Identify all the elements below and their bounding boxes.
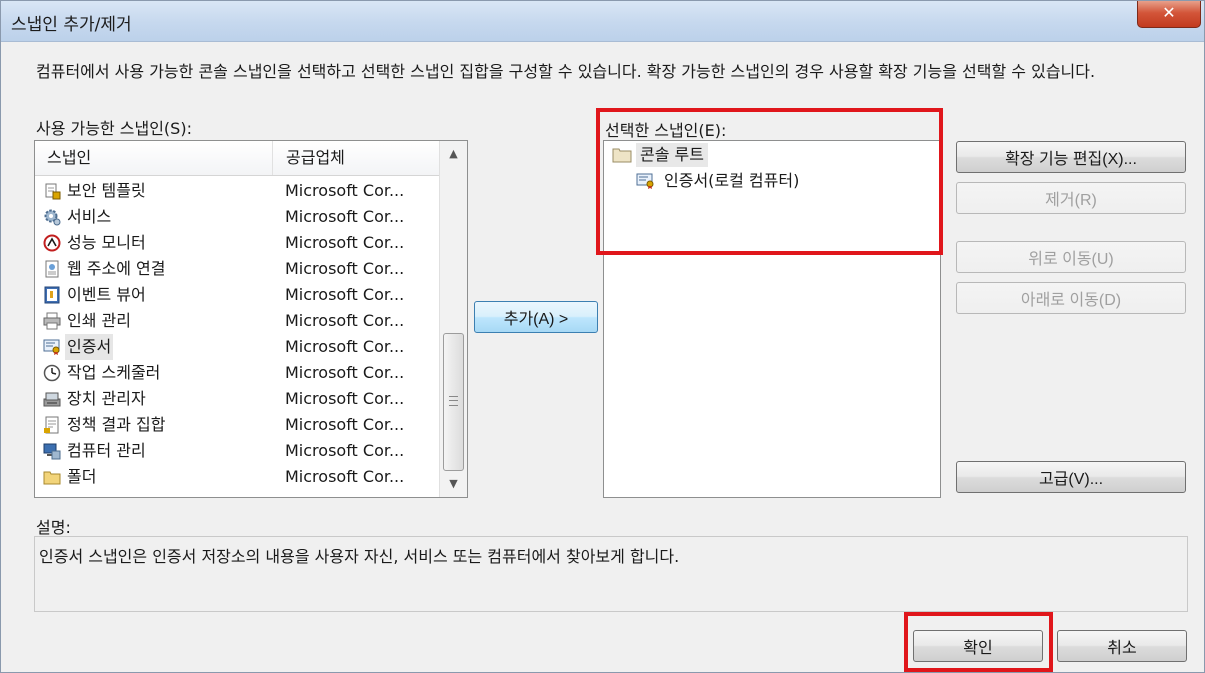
folder-icon (612, 146, 632, 164)
security-template-icon (43, 182, 61, 200)
remove-button[interactable]: 제거(R) (956, 182, 1186, 214)
services-gear-icon (43, 208, 61, 226)
title-bar: 스냅인 추가/제거 ✕ (1, 1, 1204, 42)
description-label: 설명: (36, 518, 71, 537)
grip-icon (449, 396, 458, 406)
description-box: 인증서 스냅인은 인증서 저장소의 내용을 사용자 자신, 서비스 또는 컴퓨터… (34, 536, 1188, 612)
list-item[interactable]: 성능 모니터 Microsoft Cor... (35, 230, 439, 256)
certificate-icon (636, 172, 656, 190)
close-button[interactable]: ✕ (1137, 1, 1201, 28)
selected-snapins-label: 선택한 스냅인(E): (605, 121, 727, 140)
edit-extensions-button[interactable]: 확장 기능 편집(X)... (956, 141, 1186, 173)
ok-button[interactable]: 확인 (913, 630, 1043, 662)
list-item[interactable]: 장치 관리자 Microsoft Cor... (35, 386, 439, 412)
available-snapins-label: 사용 가능한 스냅인(S): (36, 119, 192, 138)
certificate-icon (43, 338, 61, 356)
move-down-button[interactable]: 아래로 이동(D) (956, 282, 1186, 314)
device-manager-icon (43, 390, 61, 408)
web-link-icon (43, 260, 61, 278)
list-item[interactable]: 작업 스케줄러 Microsoft Cor... (35, 360, 439, 386)
list-scrollbar[interactable]: ▲ ▼ (439, 141, 467, 497)
list-item[interactable]: 인쇄 관리 Microsoft Cor... (35, 308, 439, 334)
event-viewer-icon (43, 286, 61, 304)
window-title: 스냅인 추가/제거 (11, 15, 132, 35)
scroll-up-arrow-icon[interactable]: ▲ (440, 141, 467, 167)
list-item[interactable]: 서비스 Microsoft Cor... (35, 204, 439, 230)
snapin-dialog: 스냅인 추가/제거 ✕ 컴퓨터에서 사용 가능한 콘솔 스냅인을 선택하고 선택… (0, 0, 1205, 673)
clock-icon (43, 364, 61, 382)
close-icon: ✕ (1162, 3, 1176, 22)
list-item[interactable]: 인증서 Microsoft Cor... (35, 334, 439, 360)
move-up-button[interactable]: 위로 이동(U) (956, 241, 1186, 273)
printer-icon (43, 312, 61, 330)
list-header: 스냅인 공급업체 (35, 141, 439, 176)
dialog-description: 컴퓨터에서 사용 가능한 콘솔 스냅인을 선택하고 선택한 스냅인 집합을 구성… (36, 62, 1096, 81)
column-header-snapin[interactable]: 스냅인 (35, 141, 273, 175)
list-item[interactable]: 컴퓨터 관리 Microsoft Cor... (35, 438, 439, 464)
description-text: 인증서 스냅인은 인증서 저장소의 내용을 사용자 자신, 서비스 또는 컴퓨터… (39, 547, 680, 566)
scroll-down-arrow-icon[interactable]: ▼ (440, 471, 467, 497)
available-snapins-list[interactable]: 스냅인 공급업체 보안 템플릿 Microsoft Cor... 서비스 Mic… (34, 140, 468, 498)
list-item[interactable]: 폴더 Microsoft Cor... (35, 464, 439, 490)
list-item[interactable]: 보안 템플릿 Microsoft Cor... (35, 178, 439, 204)
cancel-button[interactable]: 취소 (1057, 630, 1187, 662)
add-snapin-button[interactable]: 추가(A) > (474, 301, 598, 333)
scroll-thumb[interactable] (443, 333, 464, 471)
folder-icon (43, 468, 61, 486)
performance-monitor-icon (43, 234, 61, 252)
selected-snapins-tree[interactable]: 콘솔 루트 인증서(로컬 컴퓨터) (603, 140, 941, 498)
list-item[interactable]: 정책 결과 집합 Microsoft Cor... (35, 412, 439, 438)
advanced-button[interactable]: 고급(V)... (956, 461, 1186, 493)
computer-management-icon (43, 442, 61, 460)
list-item[interactable]: 웹 주소에 연결 Microsoft Cor... (35, 256, 439, 282)
list-item[interactable]: 이벤트 뷰어 Microsoft Cor... (35, 282, 439, 308)
policy-icon (43, 416, 61, 434)
column-header-vendor[interactable]: 공급업체 (274, 141, 439, 175)
